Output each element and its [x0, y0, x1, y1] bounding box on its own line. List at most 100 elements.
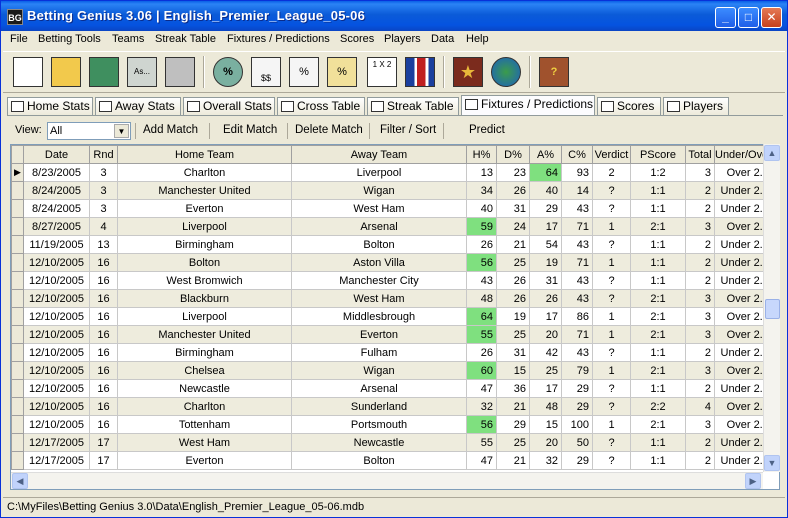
tab-players[interactable]: Players [663, 97, 729, 116]
table-cell[interactable]: 71 [561, 217, 593, 236]
table-cell[interactable]: 12/10/2005 [23, 361, 90, 380]
tab-cross-table[interactable]: Cross Table [277, 97, 365, 116]
table-cell[interactable]: 43 [561, 289, 593, 308]
money-report-icon[interactable]: $$ [247, 55, 285, 91]
row-selector[interactable] [11, 415, 24, 434]
table-cell[interactable]: Charlton [117, 397, 292, 416]
table-cell[interactable]: West Ham [291, 199, 467, 218]
menu-streak-table[interactable]: Streak Table [155, 33, 216, 45]
table-cell[interactable]: 47 [466, 451, 497, 470]
table-cell[interactable]: Manchester City [291, 271, 467, 290]
table-cell[interactable]: 1:1 [630, 199, 686, 218]
menu-betting-tools[interactable]: Betting Tools [38, 33, 101, 45]
col-pscore[interactable]: PScore [630, 145, 686, 164]
table-cell[interactable]: 8/23/2005 [23, 163, 90, 182]
table-cell[interactable]: Liverpool [291, 163, 467, 182]
table-cell[interactable]: 2 [685, 253, 715, 272]
table-cell[interactable]: 1 [592, 325, 631, 344]
tab-overall-stats[interactable]: Overall Stats [183, 97, 275, 116]
row-pointer-icon[interactable]: ▶ [11, 163, 24, 182]
scroll-thumb[interactable] [765, 299, 780, 319]
table-cell[interactable]: 50 [561, 433, 593, 452]
table-cell[interactable]: Middlesbrough [291, 307, 467, 326]
row-selector[interactable] [11, 451, 24, 470]
table-cell[interactable]: 48 [529, 397, 562, 416]
table-cell[interactable]: 2 [685, 343, 715, 362]
table-cell[interactable]: 43 [466, 271, 497, 290]
table-cell[interactable]: ? [592, 433, 631, 452]
col-date[interactable]: Date [23, 145, 90, 164]
table-cell[interactable]: 12/10/2005 [23, 253, 90, 272]
table-cell[interactable]: 16 [89, 415, 118, 434]
table-cell[interactable]: 55 [466, 433, 497, 452]
table-cell[interactable]: Arsenal [291, 217, 467, 236]
table-cell[interactable]: Blackburn [117, 289, 292, 308]
table-cell[interactable]: 21 [496, 397, 530, 416]
row-selector[interactable] [11, 325, 24, 344]
table-cell[interactable]: 2 [685, 433, 715, 452]
tab-away-stats[interactable]: Away Stats [95, 97, 181, 116]
table-cell[interactable]: 15 [529, 415, 562, 434]
table-cell[interactable]: 1:1 [630, 343, 686, 362]
table-cell[interactable]: 2 [685, 379, 715, 398]
table-cell[interactable]: 25 [496, 253, 530, 272]
table-cell[interactable]: 29 [561, 451, 593, 470]
table-cell[interactable]: 12/10/2005 [23, 325, 90, 344]
table-row[interactable]: 12/10/2005 16 Tottenham Portsmouth 56 29 15 100… [11, 415, 773, 434]
table-cell[interactable]: 3 [685, 163, 715, 182]
col-d-pct[interactable]: D% [496, 145, 530, 164]
table-cell[interactable]: 16 [89, 289, 118, 308]
globe-icon[interactable] [487, 55, 525, 91]
table-cell[interactable]: 8/24/2005 [23, 181, 90, 200]
table-cell[interactable]: 17 [529, 217, 562, 236]
menu-file[interactable]: File [10, 33, 28, 45]
tab-scores[interactable]: Scores [597, 97, 661, 116]
table-cell[interactable]: 12/10/2005 [23, 415, 90, 434]
table-cell[interactable]: 29 [561, 397, 593, 416]
table-row[interactable]: 12/10/2005 16 Charlton Sunderland 32 21 48 29? 2… [11, 397, 773, 416]
table-cell[interactable]: Arsenal [291, 379, 467, 398]
table-cell[interactable]: 2:1 [630, 415, 686, 434]
table-cell[interactable]: 16 [89, 361, 118, 380]
table-cell[interactable]: Everton [291, 325, 467, 344]
table-row[interactable]: 12/17/2005 17 West Ham Newcastle 55 25 20 50? 1:… [11, 433, 773, 452]
table-row[interactable]: 8/27/2005 4 Liverpool Arsenal 59 24 17 71 1 2:1 3 O… [11, 217, 773, 236]
table-cell[interactable]: Manchester United [117, 325, 292, 344]
table-cell[interactable]: 3 [685, 361, 715, 380]
table-cell[interactable]: 25 [529, 361, 562, 380]
table-cell[interactable]: 43 [561, 271, 593, 290]
table-cell[interactable]: 1:1 [630, 271, 686, 290]
table-row[interactable]: 12/10/2005 16 Liverpool Middlesbrough 64 19 17… [11, 307, 773, 326]
col-verdict[interactable]: Verdict [592, 145, 631, 164]
table-cell[interactable]: Newcastle [117, 379, 292, 398]
table-cell[interactable]: Liverpool [117, 307, 292, 326]
table-cell[interactable]: 1:1 [630, 235, 686, 254]
percent-scroll-icon[interactable]: % [323, 55, 361, 91]
scroll-down-icon[interactable]: ▼ [764, 455, 780, 471]
table-cell[interactable]: 8/24/2005 [23, 199, 90, 218]
table-cell[interactable]: 64 [529, 163, 562, 182]
menu-fixtures-predictions[interactable]: Fixtures / Predictions [227, 33, 330, 45]
scroll-up-icon[interactable]: ▲ [764, 145, 780, 161]
percent-report-icon[interactable]: % [285, 55, 323, 91]
table-row[interactable]: 12/10/2005 16 Newcastle Arsenal 47 36 17 29? 1:1… [11, 379, 773, 398]
table-cell[interactable]: 1:1 [630, 451, 686, 470]
table-cell[interactable]: 25 [496, 325, 530, 344]
table-cell[interactable]: 2 [685, 451, 715, 470]
row-selector[interactable] [11, 307, 24, 326]
print-icon[interactable] [161, 55, 199, 91]
table-cell[interactable]: 16 [89, 343, 118, 362]
table-cell[interactable]: 1:1 [630, 433, 686, 452]
table-cell[interactable]: 4 [685, 397, 715, 416]
table-cell[interactable]: 1:2 [630, 163, 686, 182]
table-cell[interactable]: 1:1 [630, 379, 686, 398]
table-cell[interactable]: Everton [117, 451, 292, 470]
table-cell[interactable]: 29 [561, 379, 593, 398]
table-cell[interactable]: 1:1 [630, 181, 686, 200]
table-cell[interactable]: 47 [466, 379, 497, 398]
table-cell[interactable]: 12/10/2005 [23, 307, 90, 326]
table-cell[interactable]: 59 [466, 217, 497, 236]
scroll-right-icon[interactable]: ▶ [745, 473, 761, 489]
table-row[interactable]: 8/24/2005 3 Everton West Ham 40 31 29 43? 1:1 2 Un… [11, 199, 773, 218]
table-cell[interactable]: 16 [89, 325, 118, 344]
